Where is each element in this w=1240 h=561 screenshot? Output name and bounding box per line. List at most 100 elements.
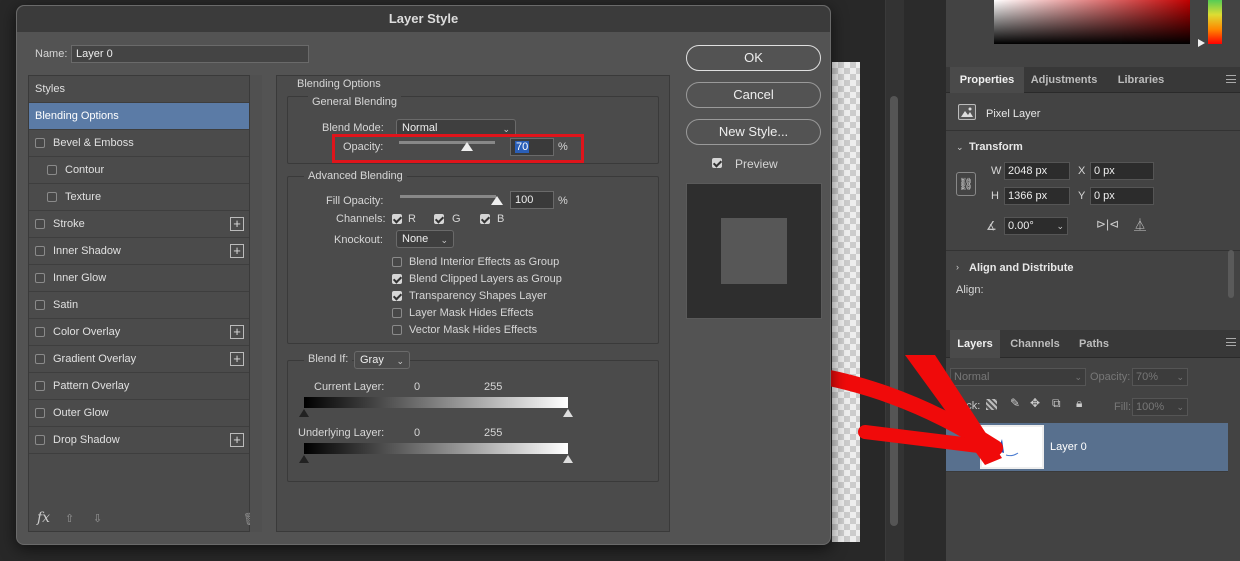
style-item[interactable]: Inner Glow bbox=[29, 265, 249, 292]
hue-slider-marker[interactable] bbox=[1198, 39, 1205, 47]
option-checkbox[interactable] bbox=[392, 291, 402, 301]
x-field[interactable]: 0 px bbox=[1090, 162, 1154, 180]
blend-mode-label: Blend Mode: bbox=[322, 122, 384, 134]
style-checkbox[interactable] bbox=[35, 300, 45, 310]
current-layer-low: 0 bbox=[414, 381, 421, 393]
fill-opacity-slider[interactable] bbox=[400, 195, 496, 198]
cancel-button[interactable]: Cancel bbox=[686, 82, 821, 108]
fill-opacity-slider-thumb[interactable] bbox=[491, 196, 503, 205]
add-effect-icon[interactable]: + bbox=[230, 244, 244, 258]
add-effect-icon[interactable]: + bbox=[230, 352, 244, 366]
option-checkbox[interactable] bbox=[392, 308, 402, 318]
preview-checkbox[interactable] bbox=[712, 158, 722, 168]
style-item[interactable]: Texture bbox=[29, 184, 249, 211]
tab-adjustments[interactable]: Adjustments bbox=[1024, 67, 1104, 93]
style-item-label: Drop Shadow bbox=[53, 434, 120, 446]
lock-all-icon[interactable]: 🔒︎ bbox=[1076, 396, 1082, 411]
style-checkbox[interactable] bbox=[35, 138, 45, 148]
style-checkbox[interactable] bbox=[35, 327, 45, 337]
channel-g-checkbox[interactable] bbox=[434, 214, 444, 224]
style-item[interactable]: Blending Options bbox=[29, 103, 249, 130]
channels-label: Channels: bbox=[336, 213, 386, 225]
knockout-label: Knockout: bbox=[334, 234, 383, 246]
current-layer-white-thumb[interactable] bbox=[563, 409, 573, 417]
style-checkbox[interactable] bbox=[47, 165, 57, 175]
chevron-down-icon[interactable]: ⌄ bbox=[956, 142, 964, 153]
add-effect-icon[interactable]: + bbox=[230, 325, 244, 339]
underlying-layer-white-thumb[interactable] bbox=[563, 455, 573, 463]
panel-menu-icon[interactable] bbox=[1226, 75, 1236, 83]
width-field[interactable]: 2048 px bbox=[1004, 162, 1070, 180]
style-item[interactable]: Drop Shadow + bbox=[29, 427, 249, 454]
properties-scrollbar[interactable] bbox=[1228, 250, 1234, 298]
flip-horizontal-icon[interactable]: ⊳|⊲ bbox=[1096, 217, 1119, 231]
underlying-layer-label: Underlying Layer: bbox=[298, 427, 385, 439]
angle-field[interactable]: 0.00° ⌄ bbox=[1004, 217, 1068, 235]
height-field[interactable]: 1366 px bbox=[1004, 187, 1070, 205]
tab-libraries[interactable]: Libraries bbox=[1106, 67, 1176, 93]
blend-if-select[interactable]: Gray ⌄ bbox=[354, 351, 410, 369]
option-checkbox[interactable] bbox=[392, 325, 402, 335]
style-item[interactable]: Inner Shadow + bbox=[29, 238, 249, 265]
style-checkbox[interactable] bbox=[35, 354, 45, 364]
move-down-icon[interactable]: ⇩ bbox=[93, 512, 102, 525]
opacity-slider[interactable] bbox=[399, 141, 495, 144]
style-item[interactable]: Color Overlay + bbox=[29, 319, 249, 346]
hue-slider[interactable] bbox=[1208, 0, 1222, 44]
style-item[interactable]: Bevel & Emboss bbox=[29, 130, 249, 157]
knockout-select[interactable]: None ⌄ bbox=[396, 230, 454, 248]
style-checkbox[interactable] bbox=[35, 219, 45, 229]
style-item-label: Inner Shadow bbox=[53, 245, 121, 257]
add-effect-icon[interactable]: + bbox=[230, 433, 244, 447]
align-label: Align: bbox=[956, 284, 984, 296]
preview-label: Preview bbox=[735, 157, 778, 171]
tab-properties[interactable]: Properties bbox=[950, 67, 1024, 93]
layer-opacity-field[interactable]: 70% ⌄ bbox=[1132, 368, 1188, 386]
option-label: Layer Mask Hides Effects bbox=[409, 307, 534, 319]
color-picker-field[interactable] bbox=[994, 0, 1190, 44]
style-item[interactable]: Contour bbox=[29, 157, 249, 184]
style-checkbox[interactable] bbox=[35, 381, 45, 391]
styles-list: Styles Blending Options Bevel & Emboss Con… bbox=[28, 75, 258, 532]
channel-r-checkbox[interactable] bbox=[392, 214, 402, 224]
style-item[interactable]: Stroke + bbox=[29, 211, 249, 238]
x-label: X bbox=[1078, 165, 1086, 177]
new-style-button[interactable]: New Style... bbox=[686, 119, 821, 145]
link-proportions-icon[interactable]: ⛓ bbox=[956, 172, 976, 196]
styles-header: Styles bbox=[29, 76, 249, 103]
opacity-field[interactable]: 70 bbox=[510, 138, 554, 156]
angle-dropdown-icon[interactable]: ⌄ bbox=[1056, 218, 1064, 234]
chevron-right-icon[interactable]: › bbox=[956, 262, 959, 272]
move-up-icon[interactable]: ⇧ bbox=[65, 512, 74, 525]
option-checkbox[interactable] bbox=[392, 257, 402, 267]
pixel-layer-label: Pixel Layer bbox=[986, 108, 1041, 120]
style-item-label: Gradient Overlay bbox=[53, 353, 137, 365]
channel-b-checkbox[interactable] bbox=[480, 214, 490, 224]
fx-icon[interactable]: fx bbox=[37, 510, 50, 526]
fill-opacity-field[interactable]: 100 bbox=[510, 191, 554, 209]
style-item[interactable]: Gradient Overlay + bbox=[29, 346, 249, 373]
align-distribute-title: Align and Distribute bbox=[969, 262, 1074, 274]
layer-fill-field[interactable]: 100% ⌄ bbox=[1132, 398, 1188, 416]
style-checkbox[interactable] bbox=[35, 408, 45, 418]
style-checkbox[interactable] bbox=[35, 435, 45, 445]
preview-inner-square bbox=[721, 218, 787, 284]
add-effect-icon[interactable]: + bbox=[230, 217, 244, 231]
ok-button[interactable]: OK bbox=[686, 45, 821, 71]
style-checkbox[interactable] bbox=[47, 192, 57, 202]
style-checkbox[interactable] bbox=[35, 273, 45, 283]
style-item[interactable]: Satin bbox=[29, 292, 249, 319]
current-layer-black-thumb[interactable] bbox=[299, 409, 309, 417]
flip-vertical-icon[interactable]: ⏅ bbox=[1134, 216, 1146, 233]
panel-menu-icon[interactable] bbox=[1226, 338, 1236, 346]
option-checkbox[interactable] bbox=[392, 274, 402, 284]
opacity-slider-thumb[interactable] bbox=[461, 142, 474, 151]
y-field[interactable]: 0 px bbox=[1090, 187, 1154, 205]
style-item[interactable]: Pattern Overlay bbox=[29, 373, 249, 400]
tab-paths[interactable]: Paths bbox=[1070, 330, 1118, 358]
name-field[interactable]: Layer 0 bbox=[71, 45, 309, 63]
style-item[interactable]: Outer Glow bbox=[29, 400, 249, 427]
style-checkbox[interactable] bbox=[35, 246, 45, 256]
properties-tabbar: Properties Adjustments Libraries bbox=[946, 67, 1240, 93]
underlying-layer-black-thumb[interactable] bbox=[299, 455, 309, 463]
